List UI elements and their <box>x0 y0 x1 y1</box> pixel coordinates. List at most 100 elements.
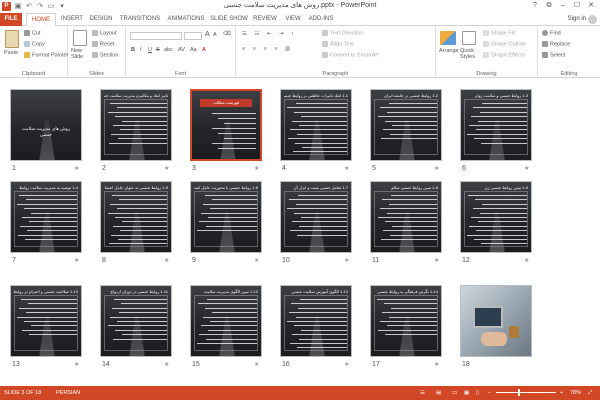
slide-thumbnail-1[interactable]: روش های مدیریت سلامت جنسی <box>10 89 82 161</box>
transition-star-icon[interactable]: ★ <box>74 257 79 264</box>
help-button[interactable]: ? <box>528 0 542 12</box>
slide-thumbnail-13[interactable]: 1-10 صلاحیت جنسی و احترام در روابط <box>10 285 82 357</box>
paste-icon[interactable] <box>5 30 19 48</box>
slide-thumbnail-2[interactable]: تاثیر ابعاد و مکانیزم مدیریت سلامت جنسی <box>100 89 172 161</box>
shrink-font-button[interactable]: A <box>213 32 217 38</box>
quick-styles-icon[interactable] <box>462 31 476 45</box>
slide-thumbnail-9[interactable]: 1-6 روابط جنسی با محوریت عامل انسانی <box>190 181 262 253</box>
slide-thumbnail-4[interactable]: 1-1 ابعاد تاثیرات عاطفی بر روابط جنسی <box>280 89 352 161</box>
slide-thumbnail-11[interactable]: 1-8 تبیین روابط جنسی سالم <box>370 181 442 253</box>
section-button[interactable]: Section <box>92 52 118 58</box>
zoom-out-icon[interactable]: − <box>488 390 491 396</box>
transition-star-icon[interactable]: ★ <box>344 165 349 172</box>
shape-effects-button[interactable]: Shape Effects <box>483 52 525 58</box>
transition-star-icon[interactable]: ★ <box>164 361 169 368</box>
slide-thumbnail-5[interactable]: 1-2 روابط جنسی در جامعه ایران <box>370 89 442 161</box>
slide-thumbnail-17[interactable]: 1-14 نگرش فرهنگی به روابط جنسی <box>370 285 442 357</box>
slide-thumbnail-8[interactable]: 1-5 روابط جنسی به عنوان عامل اجتماعی <box>100 181 172 253</box>
reading-view-icon[interactable]: ▯ <box>476 390 479 396</box>
replace-button[interactable]: Replace <box>542 41 570 47</box>
slide-thumbnail-6[interactable]: 1-3 روابط جنسی و سلامت روان <box>460 89 532 161</box>
minimize-button[interactable]: – <box>556 0 570 12</box>
slide-thumbnail-18[interactable] <box>460 285 532 357</box>
tab-file[interactable]: FILE <box>0 13 22 26</box>
list-buttons-row[interactable]: ☰ ☷ ⇤ ⇥ ↕ <box>242 31 297 37</box>
grow-font-button[interactable]: A <box>205 31 210 38</box>
comments-icon[interactable]: ▤ <box>436 390 441 396</box>
character-spacing-button[interactable]: AV <box>178 47 185 53</box>
paste-button[interactable]: Paste <box>4 50 18 56</box>
zoom-slider[interactable] <box>496 392 556 393</box>
clear-formatting-icon[interactable]: ⌫ <box>223 31 231 37</box>
maximize-button[interactable]: ☐ <box>570 0 584 12</box>
transition-star-icon[interactable]: ★ <box>74 361 79 368</box>
bold-button[interactable]: B <box>131 47 135 53</box>
slide-thumbnail-10[interactable]: 1-7 تعامل جنسی مثبت و ابزار آن <box>280 181 352 253</box>
layout-button[interactable]: Layout <box>92 30 117 36</box>
transition-star-icon[interactable]: ★ <box>254 257 259 264</box>
text-shadow-button[interactable]: abc <box>164 47 173 53</box>
new-slide-button[interactable]: New Slide <box>71 48 91 60</box>
tab-animations[interactable]: ANIMATIONS <box>164 13 208 26</box>
transition-star-icon[interactable]: ★ <box>524 165 529 172</box>
font-size-combobox[interactable] <box>184 32 202 40</box>
transition-star-icon[interactable]: ★ <box>164 257 169 264</box>
transition-star-icon[interactable]: ★ <box>344 257 349 264</box>
new-slide-icon[interactable] <box>73 30 87 46</box>
underline-button[interactable]: U <box>148 47 152 53</box>
transition-star-icon[interactable]: ★ <box>164 165 169 172</box>
select-button[interactable]: Select <box>542 52 565 58</box>
zoom-in-icon[interactable]: + <box>560 390 563 396</box>
zoom-slider-thumb[interactable] <box>518 389 521 396</box>
avatar[interactable] <box>588 15 597 24</box>
sign-in-link[interactable]: Sign in <box>568 16 586 22</box>
slide-sorter-view-icon[interactable]: ▦ <box>464 390 469 396</box>
transition-star-icon[interactable]: ★ <box>344 361 349 368</box>
alignment-buttons-row[interactable]: ≡ ≡ ≡ ≡ ▥ <box>242 46 293 52</box>
transition-star-icon[interactable]: ★ <box>434 361 439 368</box>
tab-insert[interactable]: INSERT <box>58 13 86 26</box>
arrange-button[interactable]: Arrange <box>439 48 459 54</box>
font-name-combobox[interactable] <box>130 32 182 40</box>
slide-thumbnail-7[interactable]: 1-4 توصیه به مدیریت سلامت روابط <box>10 181 82 253</box>
tab-view[interactable]: VIEW <box>281 13 305 26</box>
tab-review[interactable]: REVIEW <box>250 13 280 26</box>
convert-smartart-button[interactable]: Convert to SmartArt <box>322 52 379 58</box>
slide-thumbnail-14[interactable]: 1-11 روابط جنسی در دوران ازدواج <box>100 285 172 357</box>
tab-transitions[interactable]: TRANSITIONS <box>117 13 163 26</box>
align-text-button[interactable]: Align Text <box>322 41 354 47</box>
shape-fill-button[interactable]: Shape Fill <box>483 30 515 36</box>
transition-star-icon[interactable]: ★ <box>74 165 79 172</box>
normal-view-icon[interactable]: ▭ <box>452 390 457 396</box>
arrange-icon[interactable] <box>440 31 456 45</box>
transition-star-icon[interactable]: ★ <box>524 257 529 264</box>
slide-thumbnail-3[interactable]: فهرست مطالب <box>190 89 262 161</box>
ribbon-display-button[interactable]: ⧉ <box>542 0 556 12</box>
slide-thumbnail-16[interactable]: 1-13 الگوی آموزش سلامت جنسی <box>280 285 352 357</box>
italic-button[interactable]: I <box>140 47 142 53</box>
tab-slide-show[interactable]: SLIDE SHOW <box>209 13 249 26</box>
format-painter-button[interactable]: Format Painter <box>24 52 68 58</box>
change-case-button[interactable]: Aa <box>190 47 197 53</box>
slide-thumbnail-12[interactable]: 1-9 تبیین روابط جنسی زن <box>460 181 532 253</box>
zoom-level[interactable]: 78% <box>570 390 581 396</box>
reset-button[interactable]: Reset <box>92 41 114 47</box>
slide-thumbnail-15[interactable]: 1-12 تبیین الگوی مدیریت سلامت <box>190 285 262 357</box>
cut-button[interactable]: Cut <box>24 30 41 36</box>
copy-button[interactable]: Copy <box>24 41 45 47</box>
quick-styles-button[interactable]: Quick Styles <box>460 48 480 60</box>
transition-star-icon[interactable]: ★ <box>434 165 439 172</box>
find-button[interactable]: Find <box>542 30 561 36</box>
shape-outline-button[interactable]: Shape Outline <box>483 41 526 47</box>
transition-star-icon[interactable]: ★ <box>254 361 259 368</box>
language-indicator[interactable]: PERSIAN <box>56 390 80 396</box>
notes-icon[interactable]: ☰ <box>420 390 425 396</box>
font-color-button[interactable]: A <box>202 47 206 53</box>
strikethrough-button[interactable]: S <box>156 47 160 53</box>
close-button[interactable]: ✕ <box>584 0 598 12</box>
fit-to-window-icon[interactable]: ⤢ <box>588 390 592 397</box>
transition-star-icon[interactable]: ★ <box>254 165 259 172</box>
tab-home[interactable]: HOME <box>26 13 56 27</box>
tab-add-ins[interactable]: ADD-INS <box>305 13 337 26</box>
text-direction-button[interactable]: Text Direction <box>322 30 363 36</box>
